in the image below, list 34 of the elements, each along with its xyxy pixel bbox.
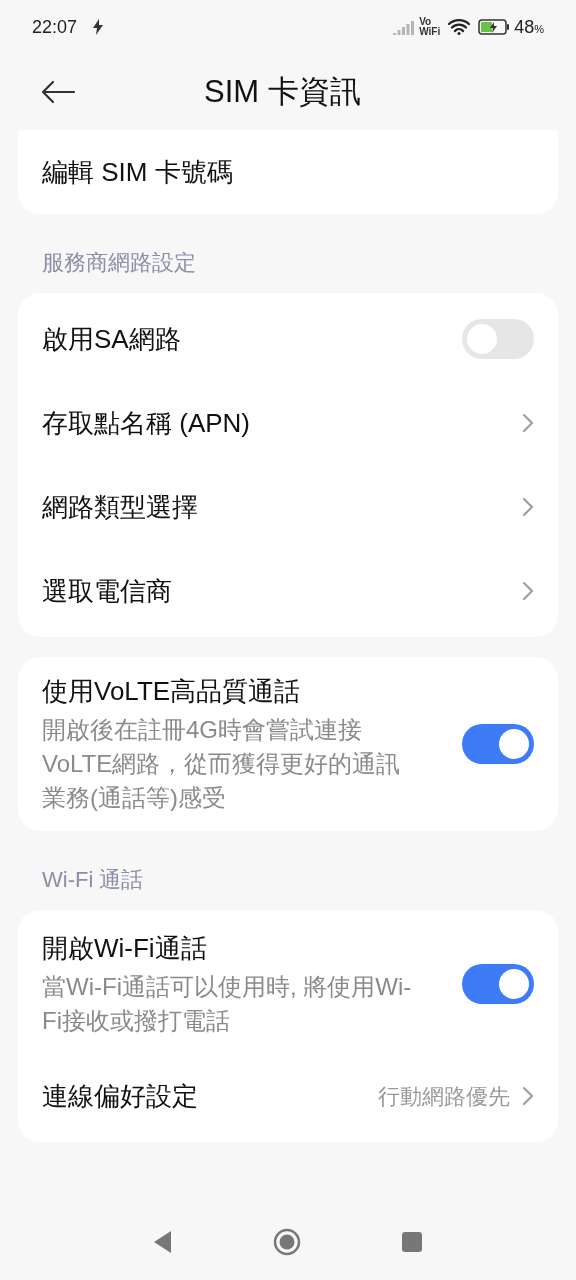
setting-value: 行動網路優先 xyxy=(378,1082,510,1111)
toggle-switch[interactable] xyxy=(462,964,534,1004)
setting-row[interactable]: 編輯 SIM 卡號碼 xyxy=(18,130,558,214)
setting-label: 存取點名稱 (APN) xyxy=(42,406,251,440)
setting-label: 連線偏好設定 xyxy=(42,1079,199,1113)
section-heading: Wi-Fi 通話 xyxy=(41,866,145,894)
setting-description: 當Wi-Fi通話可以使用時, 將使用Wi-Fi接收或撥打電話 xyxy=(42,972,413,1036)
vowifi-label: Vo xyxy=(419,17,433,27)
flash-icon xyxy=(93,19,104,35)
recents-nav-icon[interactable] xyxy=(401,1231,423,1253)
setting-description: 開啟後在註冊4G時會嘗試連接VoLTE網路，從而獲得更好的通訊業務(通話等)感受 xyxy=(42,715,402,813)
setting-label: 開啟Wi-Fi通話 xyxy=(42,932,208,965)
setting-row[interactable]: 選取電信商 xyxy=(18,549,558,633)
setting-label: 編輯 SIM 卡號碼 xyxy=(42,155,234,189)
toggle-switch[interactable] xyxy=(462,319,534,359)
vowifi-label: WiFi xyxy=(419,27,441,37)
setting-row[interactable]: 存取點名稱 (APN) xyxy=(18,381,558,465)
setting-label: 啟用SA網路 xyxy=(42,323,182,356)
home-nav-icon[interactable] xyxy=(273,1228,301,1256)
wifi-icon xyxy=(448,19,471,35)
setting-label: 網路類型選擇 xyxy=(42,490,199,524)
signal-icon xyxy=(393,19,416,35)
status-time: 22:07 xyxy=(32,15,78,39)
setting-row[interactable]: 連線偏好設定 行動網路優先 xyxy=(18,1054,558,1138)
back-nav-icon[interactable] xyxy=(153,1230,173,1254)
battery-percentage: 48 xyxy=(514,15,535,39)
battery-charging-icon xyxy=(478,19,511,35)
setting-label: 使用VoLTE高品質通話 xyxy=(42,675,302,708)
page-title: SIM 卡資訊 xyxy=(204,72,361,111)
toggle-switch[interactable] xyxy=(462,724,534,764)
percent-sign: % xyxy=(534,22,544,37)
section-heading: 服務商網路設定 xyxy=(41,249,197,277)
setting-row[interactable]: 網路類型選擇 xyxy=(18,465,558,549)
setting-label: 選取電信商 xyxy=(42,574,173,608)
